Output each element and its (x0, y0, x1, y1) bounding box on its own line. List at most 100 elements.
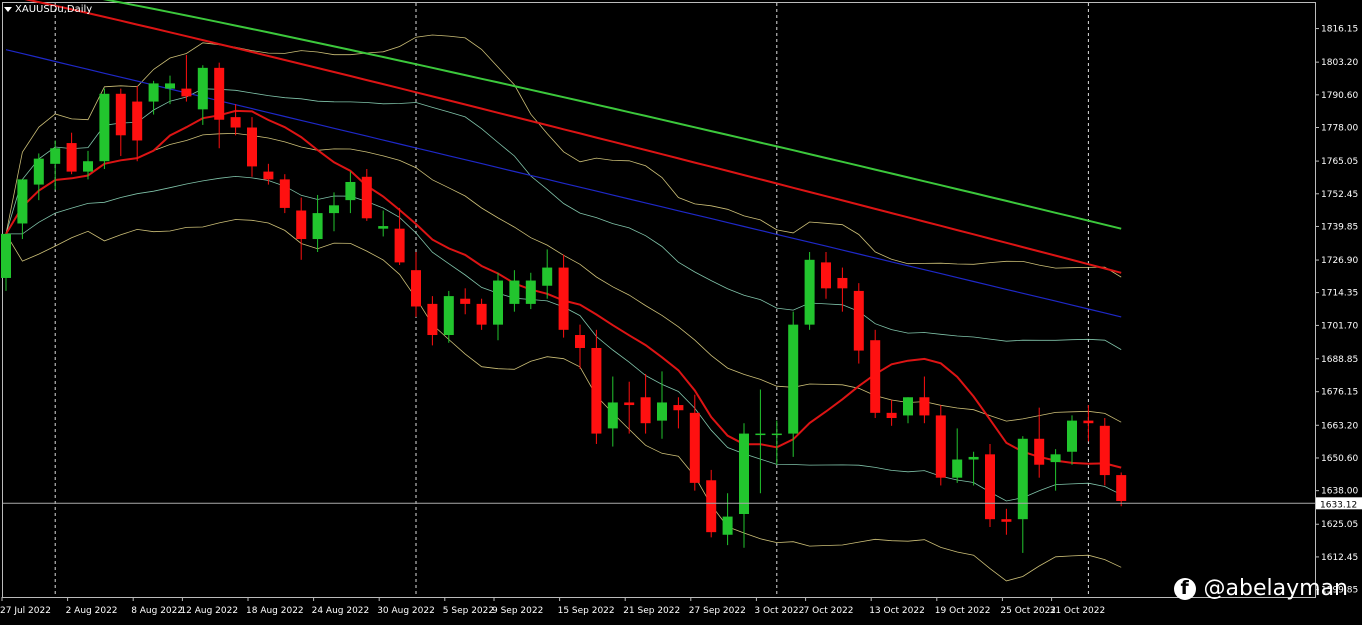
candle-body[interactable] (214, 67, 225, 120)
symbol-label[interactable]: XAUUSDu,Daily (4, 4, 92, 15)
candle-body[interactable] (17, 179, 28, 224)
x-tick-label: 15 Sep 2022 (558, 606, 615, 616)
candle-body[interactable] (329, 205, 339, 214)
dropdown-triangle-icon[interactable] (4, 7, 12, 12)
candle-body[interactable] (197, 67, 208, 110)
x-tick-label: 13 Oct 2022 (869, 606, 925, 616)
y-tick-label: 1625.05 (1321, 520, 1358, 530)
candle-body[interactable] (722, 516, 733, 535)
candle-body[interactable] (525, 280, 536, 304)
chart-area[interactable]: 1633.12 1816.15 1803.20 1790.60 1778.00 1765… (0, 0, 1362, 621)
candle-body[interactable] (1099, 425, 1110, 476)
candle-body[interactable] (919, 397, 930, 416)
watermark-handle: @abelayman (1203, 576, 1348, 601)
x-tick-label: 19 Oct 2022 (935, 606, 991, 616)
candle-body[interactable] (296, 210, 307, 240)
y-tick-label: 1663.20 (1321, 421, 1358, 431)
candle-body[interactable] (821, 262, 831, 289)
candle-body[interactable] (640, 397, 651, 424)
candle-body[interactable] (394, 228, 405, 263)
x-tick-label: 27 Sep 2022 (689, 606, 746, 616)
candle-body[interactable] (443, 296, 454, 336)
candle-body[interactable] (411, 270, 421, 307)
candle-body[interactable] (345, 181, 356, 201)
y-tick-label: 1650.60 (1321, 454, 1358, 464)
candle-body[interactable] (1050, 454, 1061, 463)
candle-body[interactable] (1, 233, 11, 278)
candle-body[interactable] (509, 280, 520, 304)
candle-body[interactable] (1001, 519, 1012, 522)
candle-body[interactable] (706, 480, 717, 533)
candle-body[interactable] (148, 83, 159, 102)
candle-body[interactable] (542, 267, 553, 286)
candle-body[interactable] (1083, 420, 1094, 424)
candle-body[interactable] (755, 433, 766, 436)
candle-body[interactable] (673, 405, 684, 411)
y-tick-label: 1803.20 (1321, 58, 1358, 68)
candle-body[interactable] (952, 459, 963, 478)
y-tick-label: 1778.00 (1321, 124, 1358, 134)
candle-body[interactable] (312, 213, 323, 240)
candle-body[interactable] (985, 454, 995, 520)
candle-body[interactable] (689, 412, 700, 483)
x-tick-label: 9 Sep 2022 (492, 606, 543, 616)
candle-body[interactable] (427, 303, 438, 336)
candle-body[interactable] (66, 143, 77, 172)
candle-body[interactable] (788, 324, 799, 434)
symbol-text: XAUUSDu,Daily (15, 4, 93, 15)
candle-body[interactable] (607, 402, 618, 429)
candle-body[interactable] (83, 161, 93, 172)
price-chart[interactable]: 1633.12 1816.15 1803.20 1790.60 1778.00 1765… (0, 0, 1362, 621)
y-tick-label: 1638.00 (1321, 487, 1358, 497)
candle-body[interactable] (230, 117, 241, 128)
candle-body[interactable] (1116, 475, 1127, 502)
candle-body[interactable] (493, 280, 503, 325)
candle-body[interactable] (279, 179, 290, 208)
candle-body[interactable] (181, 88, 192, 97)
y-tick-label: 1714.35 (1321, 289, 1358, 299)
y-tick-label: 1701.70 (1321, 321, 1358, 331)
candle-body[interactable] (558, 267, 569, 330)
y-tick-label: 1752.45 (1321, 190, 1358, 200)
candle-body[interactable] (804, 259, 815, 325)
candle-body[interactable] (460, 298, 471, 304)
candle-body[interactable] (115, 93, 126, 136)
candle-body[interactable] (853, 290, 864, 351)
y-tick-label: 1739.85 (1321, 222, 1358, 232)
price-tag-label: 1633.12 (1320, 500, 1357, 510)
x-tick-label: 12 Aug 2022 (180, 606, 238, 616)
candle-body[interactable] (378, 226, 389, 229)
facebook-icon (1173, 577, 1196, 600)
candle-body[interactable] (50, 148, 61, 164)
x-tick-label: 18 Aug 2022 (246, 606, 304, 616)
candle-body[interactable] (886, 412, 897, 419)
candle-body[interactable] (263, 171, 274, 180)
candle-body[interactable] (247, 127, 257, 167)
candle-body[interactable] (624, 402, 635, 406)
candle-body[interactable] (1017, 438, 1028, 520)
candle-body[interactable] (870, 340, 881, 413)
candle-body[interactable] (575, 335, 585, 348)
candle-body[interactable] (968, 456, 979, 460)
candle-body[interactable] (837, 277, 848, 289)
candle-body[interactable] (903, 397, 913, 416)
candle-body[interactable] (33, 158, 44, 185)
candle-body[interactable] (132, 101, 143, 141)
x-tick-label: 24 Aug 2022 (312, 606, 370, 616)
x-tick-label: 21 Sep 2022 (623, 606, 680, 616)
candle-body[interactable] (935, 415, 946, 478)
x-tick-label: 30 Aug 2022 (377, 606, 435, 616)
candle-body[interactable] (361, 176, 372, 219)
candle-body[interactable] (591, 347, 602, 434)
y-tick-label: 1790.60 (1321, 91, 1358, 101)
y-tick-label: 1676.15 (1321, 388, 1358, 398)
candle-body[interactable] (739, 433, 749, 514)
candle-body[interactable] (657, 402, 667, 421)
candle-body[interactable] (99, 93, 110, 162)
candle-body[interactable] (1034, 438, 1045, 465)
candle-body[interactable] (771, 433, 782, 436)
time-axis: 27 Jul 2022 2 Aug 2022 8 Aug 202212 Aug 20… (0, 597, 1105, 616)
candle-body[interactable] (1067, 420, 1077, 452)
candle-body[interactable] (476, 303, 487, 325)
candle-body[interactable] (165, 83, 175, 89)
